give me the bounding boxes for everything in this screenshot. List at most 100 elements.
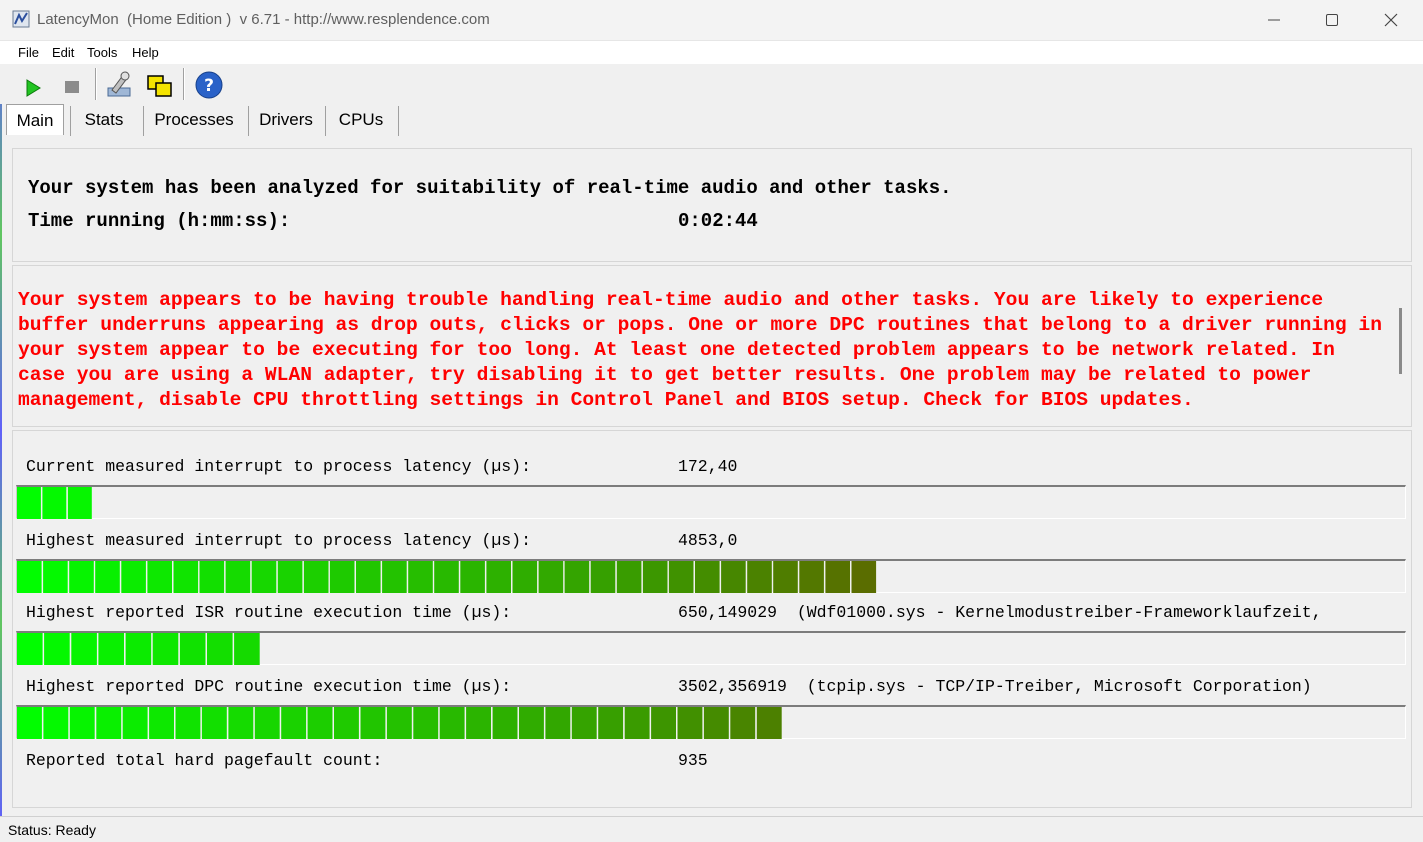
menu-bar: File Edit Tools Help <box>0 41 1423 64</box>
bar-segment <box>228 707 254 739</box>
tab-cpus[interactable]: CPUs <box>326 104 396 134</box>
dpc-time-bar <box>16 705 1406 739</box>
bar-segment <box>703 707 729 739</box>
bar-segment <box>175 707 201 739</box>
bar-segment <box>466 707 491 739</box>
bar-segment <box>329 561 355 593</box>
bar-segment <box>334 707 359 739</box>
bar-segment <box>121 561 146 593</box>
toolbar: ? <box>0 64 1423 104</box>
copy-windows-icon <box>147 75 172 97</box>
bar-segment <box>624 707 650 739</box>
bar-fill <box>17 707 782 739</box>
bar-segment <box>386 707 412 739</box>
bar-segment <box>277 561 303 593</box>
latencymon-window: LatencyMon (Home Edition ) v 6.71 - http… <box>0 0 1423 842</box>
summary-panel: Your system has been analyzed for suitab… <box>12 148 1412 262</box>
bar-segment <box>17 561 42 593</box>
bar-segment <box>519 707 544 739</box>
app-icon <box>12 10 30 28</box>
bar-segment <box>571 707 597 739</box>
current-latency-label: Current measured interrupt to process la… <box>26 457 531 476</box>
minimize-icon <box>1268 19 1280 21</box>
highest-latency-bar <box>16 559 1406 593</box>
isr-time-label: Highest reported ISR routine execution t… <box>26 603 512 622</box>
start-button[interactable] <box>18 68 48 100</box>
bar-segment <box>439 707 465 739</box>
bar-segment <box>71 633 97 665</box>
bar-segment <box>17 633 43 665</box>
bar-fill <box>17 561 877 593</box>
bar-segment <box>651 707 676 739</box>
stop-button[interactable] <box>58 68 88 100</box>
bar-segment <box>825 561 850 593</box>
warning-scrollbar-thumb[interactable] <box>1399 308 1402 374</box>
bar-segment <box>69 707 95 739</box>
svg-text:?: ? <box>204 76 214 96</box>
warning-message: Your system appears to be having trouble… <box>18 289 1382 411</box>
isr-time-value: 650,149029 (Wdf01000.sys - Kernelmodustr… <box>678 603 1322 622</box>
bar-segment <box>234 633 260 665</box>
tab-processes[interactable]: Processes <box>144 104 244 134</box>
bar-segment <box>408 561 433 593</box>
tab-main[interactable]: Main <box>6 104 64 135</box>
bar-segment <box>125 633 152 665</box>
bar-segment <box>43 707 69 739</box>
current-latency-value: 172,40 <box>678 457 738 476</box>
bar-segment <box>254 707 280 739</box>
bar-segment <box>486 561 511 593</box>
bar-segment <box>598 707 624 739</box>
bar-segment <box>545 707 571 739</box>
bar-segment <box>434 561 459 593</box>
bar-segment <box>616 561 642 593</box>
bar-segment <box>695 561 720 593</box>
bar-fill <box>17 487 92 519</box>
maximize-icon <box>1326 14 1338 26</box>
copy-windows-button[interactable] <box>146 68 176 100</box>
bar-segment <box>382 561 407 593</box>
menu-edit[interactable]: Edit <box>52 45 74 60</box>
help-icon: ? <box>195 71 223 99</box>
bar-segment <box>199 561 225 593</box>
bar-segment <box>173 561 199 593</box>
bar-segment <box>67 487 92 519</box>
bar-segment <box>668 561 694 593</box>
bar-segment <box>303 561 329 593</box>
time-running-label: Time running (h:mm:ss): <box>28 210 291 232</box>
window-left-edge <box>0 40 2 820</box>
bar-segment <box>730 707 756 739</box>
bar-segment <box>460 561 485 593</box>
bar-segment <box>17 487 41 519</box>
bar-segment <box>69 561 94 593</box>
bar-segment <box>201 707 227 739</box>
tab-drivers[interactable]: Drivers <box>249 104 323 134</box>
title-bar[interactable]: LatencyMon (Home Edition ) v 6.71 - http… <box>0 0 1423 41</box>
play-icon <box>26 79 41 97</box>
wrench-icon <box>107 71 131 97</box>
menu-file[interactable]: File <box>18 45 39 60</box>
dpc-time-value: 3502,356919 (tcpip.sys - TCP/IP-Treiber,… <box>678 677 1312 696</box>
bar-segment <box>251 561 277 593</box>
tab-stats[interactable]: Stats <box>71 104 137 134</box>
minimize-button[interactable] <box>1245 0 1303 40</box>
bar-segment <box>42 487 67 519</box>
toolbar-separator <box>183 68 185 100</box>
warning-panel[interactable]: Your system appears to be having trouble… <box>12 265 1412 427</box>
current-latency-bar <box>16 485 1406 519</box>
menu-help[interactable]: Help <box>132 45 159 60</box>
maximize-button[interactable] <box>1303 0 1361 40</box>
dpc-time-label: Highest reported DPC routine execution t… <box>26 677 512 696</box>
highest-latency-label: Highest measured interrupt to process la… <box>26 531 531 550</box>
bar-segment <box>281 707 307 739</box>
close-button[interactable] <box>1362 0 1420 40</box>
bar-segment <box>360 707 386 739</box>
help-button[interactable]: ? <box>194 68 224 100</box>
bar-segment <box>756 707 782 739</box>
bar-segment <box>492 707 518 739</box>
bar-segment <box>96 707 122 739</box>
tools-button[interactable] <box>104 68 134 100</box>
bar-segment <box>43 561 68 593</box>
menu-tools[interactable]: Tools <box>87 45 117 60</box>
bar-segment <box>721 561 746 593</box>
bar-fill <box>17 633 260 665</box>
